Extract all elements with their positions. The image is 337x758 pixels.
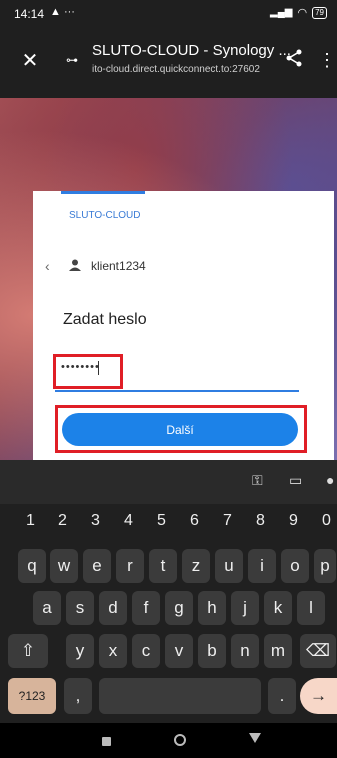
key-x[interactable]: x [99, 634, 127, 668]
key-u[interactable]: u [215, 549, 243, 583]
key-t[interactable]: t [149, 549, 177, 583]
comma-key[interactable]: , [64, 678, 92, 714]
symbols-key[interactable]: ?123 [8, 678, 56, 714]
key-q[interactable]: q [18, 549, 46, 583]
key-3[interactable]: 3 [91, 512, 100, 530]
key-p[interactable]: p [314, 549, 336, 583]
key-m[interactable]: m [264, 634, 292, 668]
key-z[interactable]: z [182, 549, 210, 583]
key-e[interactable]: e [83, 549, 111, 583]
back-chevron-icon[interactable]: ‹ [45, 258, 63, 274]
shift-key[interactable]: ⇧ [8, 634, 48, 668]
site-settings-icon[interactable]: ⊶ [62, 50, 82, 70]
key-j[interactable]: j [231, 591, 259, 625]
key-s[interactable]: s [66, 591, 94, 625]
home-icon[interactable] [174, 734, 186, 746]
key-0[interactable]: 0 [322, 512, 331, 530]
key-5[interactable]: 5 [157, 512, 166, 530]
key-icon[interactable]: ⚿ [252, 472, 263, 489]
key-r[interactable]: r [116, 549, 144, 583]
card-icon[interactable]: ▭ [289, 472, 302, 489]
card-accent-bar [61, 191, 145, 194]
key-w[interactable]: w [50, 549, 78, 583]
key-n[interactable]: n [231, 634, 259, 668]
key-v[interactable]: v [165, 634, 193, 668]
enter-key[interactable]: → [300, 678, 337, 714]
key-a[interactable]: a [33, 591, 61, 625]
key-7[interactable]: 7 [223, 512, 232, 530]
more-vert-icon[interactable]: ⋮ [318, 48, 336, 72]
status-bar: 14:14 ▲ ··· ▂▄▆ ◠ 79 [0, 0, 337, 28]
key-9[interactable]: 9 [289, 512, 298, 530]
keyboard-suggestion-bar: ⚿ ▭ ● [0, 460, 337, 504]
key-o[interactable]: o [281, 549, 309, 583]
wifi-icon: ◠ [297, 7, 308, 19]
key-g[interactable]: g [165, 591, 193, 625]
keyboard-number-row: 1 2 3 4 5 6 7 8 9 0 [0, 512, 337, 536]
page-url[interactable]: ito-cloud.direct.quickconnect.to:27602 [92, 64, 260, 75]
key-h[interactable]: h [198, 591, 226, 625]
recents-icon[interactable] [102, 737, 111, 746]
close-icon[interactable]: ✕ [18, 48, 42, 72]
key-y[interactable]: y [66, 634, 94, 668]
status-time: 14:14 [14, 7, 45, 21]
key-6[interactable]: 6 [190, 512, 199, 530]
highlight-box-password [53, 354, 123, 389]
brand-label: SLUTO-CLOUD [69, 210, 141, 221]
user-row: ‹ klient1234 [45, 258, 146, 274]
highlight-box-next [55, 405, 307, 453]
signal-icon: ▂▄▆ [270, 7, 293, 18]
space-key[interactable] [99, 678, 261, 714]
key-b[interactable]: b [198, 634, 226, 668]
key-k[interactable]: k [264, 591, 292, 625]
key-8[interactable]: 8 [256, 512, 265, 530]
key-4[interactable]: 4 [124, 512, 133, 530]
cloud-upload-icon: ▲ ··· [50, 6, 75, 18]
password-underline [55, 390, 299, 392]
user-icon [69, 259, 81, 274]
period-key[interactable]: . [268, 678, 296, 714]
system-nav-bar [0, 723, 337, 758]
location-icon[interactable]: ● [326, 472, 334, 488]
key-c[interactable]: c [132, 634, 160, 668]
password-heading: Zadat heslo [63, 311, 147, 328]
key-f[interactable]: f [132, 591, 160, 625]
key-d[interactable]: d [99, 591, 127, 625]
share-icon[interactable] [282, 46, 306, 70]
username-label: klient1234 [91, 259, 146, 273]
page-title: SLUTO-CLOUD - Synology ... [92, 42, 291, 59]
backspace-key[interactable]: ⌫ [300, 634, 336, 668]
browser-toolbar: ✕ ⊶ SLUTO-CLOUD - Synology ... ito-cloud… [0, 28, 337, 98]
key-l[interactable]: l [297, 591, 325, 625]
status-icons: ▂▄▆ ◠ 79 [270, 6, 327, 19]
back-icon[interactable] [249, 733, 261, 743]
key-1[interactable]: 1 [26, 512, 35, 530]
key-2[interactable]: 2 [58, 512, 67, 530]
key-i[interactable]: i [248, 549, 276, 583]
battery-icon: 79 [312, 6, 327, 19]
